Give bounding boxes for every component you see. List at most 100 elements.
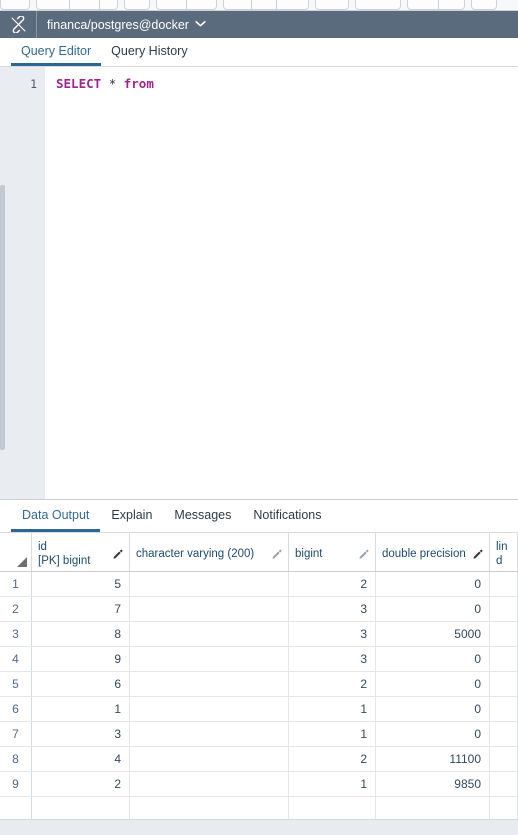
table-cell[interactable] — [490, 647, 518, 671]
table-cell[interactable] — [130, 647, 289, 671]
explain-button[interactable] — [277, 0, 309, 10]
table-cell[interactable]: 0 — [376, 722, 490, 746]
table-cell[interactable]: 1 — [289, 722, 376, 746]
table-cell[interactable] — [490, 622, 518, 646]
table-cell[interactable] — [130, 697, 289, 721]
table-cell[interactable]: 3 — [289, 597, 376, 621]
table-cell[interactable]: 2 — [289, 572, 376, 596]
macros-dropdown-button[interactable] — [439, 0, 465, 10]
column-header-1[interactable]: id [PK] bigint — [32, 533, 130, 571]
row-number-cell[interactable] — [0, 797, 32, 821]
table-row[interactable]: 27 30 — [0, 597, 518, 622]
table-cell[interactable] — [490, 772, 518, 796]
tab-query-editor[interactable]: Query Editor — [11, 38, 102, 66]
save-button[interactable] — [36, 0, 70, 10]
pencil-icon[interactable] — [112, 549, 124, 564]
table-cell[interactable] — [490, 572, 518, 596]
commit-button[interactable] — [355, 0, 401, 10]
table-cell[interactable]: 0 — [376, 572, 490, 596]
row-number-cell[interactable]: 7 — [0, 722, 32, 746]
table-cell[interactable]: 0 — [376, 697, 490, 721]
table-cell[interactable]: 2 — [32, 772, 130, 796]
chevron-down-icon[interactable] — [195, 20, 206, 30]
result-grid[interactable]: id [PK] bigint character varying (200) bigi… — [0, 533, 518, 835]
table-cell[interactable] — [490, 747, 518, 771]
tab-messages[interactable]: Messages — [163, 500, 242, 532]
column-header-2[interactable]: character varying (200) — [130, 533, 289, 571]
table-row[interactable]: 1520 — [0, 572, 518, 597]
sql-code-area[interactable]: SELECT * from — [45, 67, 518, 499]
table-cell[interactable] — [130, 797, 289, 821]
table-cell[interactable] — [490, 797, 518, 821]
table-cell[interactable] — [490, 722, 518, 746]
row-number-cell[interactable]: 9 — [0, 772, 32, 796]
pencil-icon[interactable] — [472, 549, 484, 564]
open-file-button[interactable] — [0, 0, 30, 10]
tab-query-history[interactable]: Query History — [101, 38, 197, 66]
table-row[interactable]: 6110 — [0, 697, 518, 722]
macros-button[interactable] — [407, 0, 439, 10]
table-cell[interactable] — [130, 597, 289, 621]
table-cell[interactable]: 9850 — [376, 772, 490, 796]
row-number-cell[interactable]: 6 — [0, 697, 32, 721]
table-cell[interactable]: 5000 — [376, 622, 490, 646]
row-number-cell[interactable]: 3 — [0, 622, 32, 646]
table-cell[interactable]: 4 — [32, 747, 130, 771]
table-cell[interactable]: 5 — [32, 572, 130, 596]
save-dropdown-button[interactable] — [100, 0, 118, 10]
table-row[interactable]: 56 20 — [0, 672, 518, 697]
filter-options-button[interactable] — [187, 0, 217, 10]
column-header-3[interactable]: bigint — [289, 533, 376, 571]
stop-button[interactable] — [315, 0, 349, 10]
column-header-5[interactable]: lin d — [490, 533, 518, 571]
table-row[interactable]: 8 4 2 11100 — [0, 747, 518, 772]
row-number-cell[interactable]: 1 — [0, 572, 32, 596]
row-number-cell[interactable]: 4 — [0, 647, 32, 671]
table-cell[interactable] — [490, 672, 518, 696]
table-cell[interactable] — [130, 622, 289, 646]
result-grid-body[interactable]: 1 5 2 0 2 7 3 0 3 8 3 5000 4 9 3 0 5 6 2 0 6 1 1 0 7 3 1 0 8 4 2 11100 9… — [0, 572, 518, 822]
row-number-cell[interactable]: 5 — [0, 672, 32, 696]
tab-explain[interactable]: Explain — [100, 500, 163, 532]
table-cell[interactable]: 1 — [289, 772, 376, 796]
table-cell[interactable] — [130, 722, 289, 746]
table-cell[interactable]: 9 — [32, 647, 130, 671]
table-cell[interactable] — [130, 747, 289, 771]
table-cell[interactable]: 7 — [32, 597, 130, 621]
table-row[interactable]: 49 30 — [0, 647, 518, 672]
table-cell[interactable] — [32, 797, 130, 821]
table-cell[interactable] — [490, 597, 518, 621]
tab-data-output[interactable]: Data Output — [11, 500, 101, 532]
table-cell[interactable]: 3 — [289, 647, 376, 671]
table-cell[interactable]: 6 — [32, 672, 130, 696]
table-cell[interactable] — [130, 772, 289, 796]
table-cell[interactable] — [289, 797, 376, 821]
table-cell[interactable]: 0 — [376, 672, 490, 696]
edit-button[interactable] — [124, 0, 150, 10]
filter-button[interactable] — [156, 0, 187, 10]
overflow-button[interactable] — [471, 0, 497, 10]
execute-button[interactable] — [252, 0, 277, 10]
select-all-corner[interactable] — [0, 533, 32, 571]
connection-title[interactable]: financa/postgres@docker — [37, 18, 189, 32]
row-number-cell[interactable]: 8 — [0, 747, 32, 771]
table-cell[interactable] — [130, 572, 289, 596]
table-cell[interactable]: 1 — [32, 697, 130, 721]
pencil-icon[interactable] — [271, 549, 283, 564]
table-cell[interactable]: 2 — [289, 672, 376, 696]
table-cell[interactable]: 1 — [289, 697, 376, 721]
table-row[interactable]: 73 10 — [0, 722, 518, 747]
tab-notifications[interactable]: Notifications — [242, 500, 332, 532]
table-row[interactable]: 3 8 3 5000 — [0, 622, 518, 647]
table-cell[interactable] — [490, 697, 518, 721]
sql-editor-panel[interactable]: 1 SELECT * from — [0, 67, 518, 499]
table-row[interactable]: 9 2 1 9850 — [0, 772, 518, 797]
save-as-button[interactable] — [70, 0, 100, 10]
table-cell[interactable]: 3 — [289, 622, 376, 646]
disconnect-icon[interactable] — [0, 11, 37, 38]
select-all-triangle-icon[interactable] — [17, 557, 27, 567]
vertical-scrollbar-thumb[interactable] — [0, 185, 5, 450]
table-cell[interactable]: 8 — [32, 622, 130, 646]
row-limit-button[interactable] — [223, 0, 252, 10]
table-cell[interactable] — [376, 797, 490, 821]
